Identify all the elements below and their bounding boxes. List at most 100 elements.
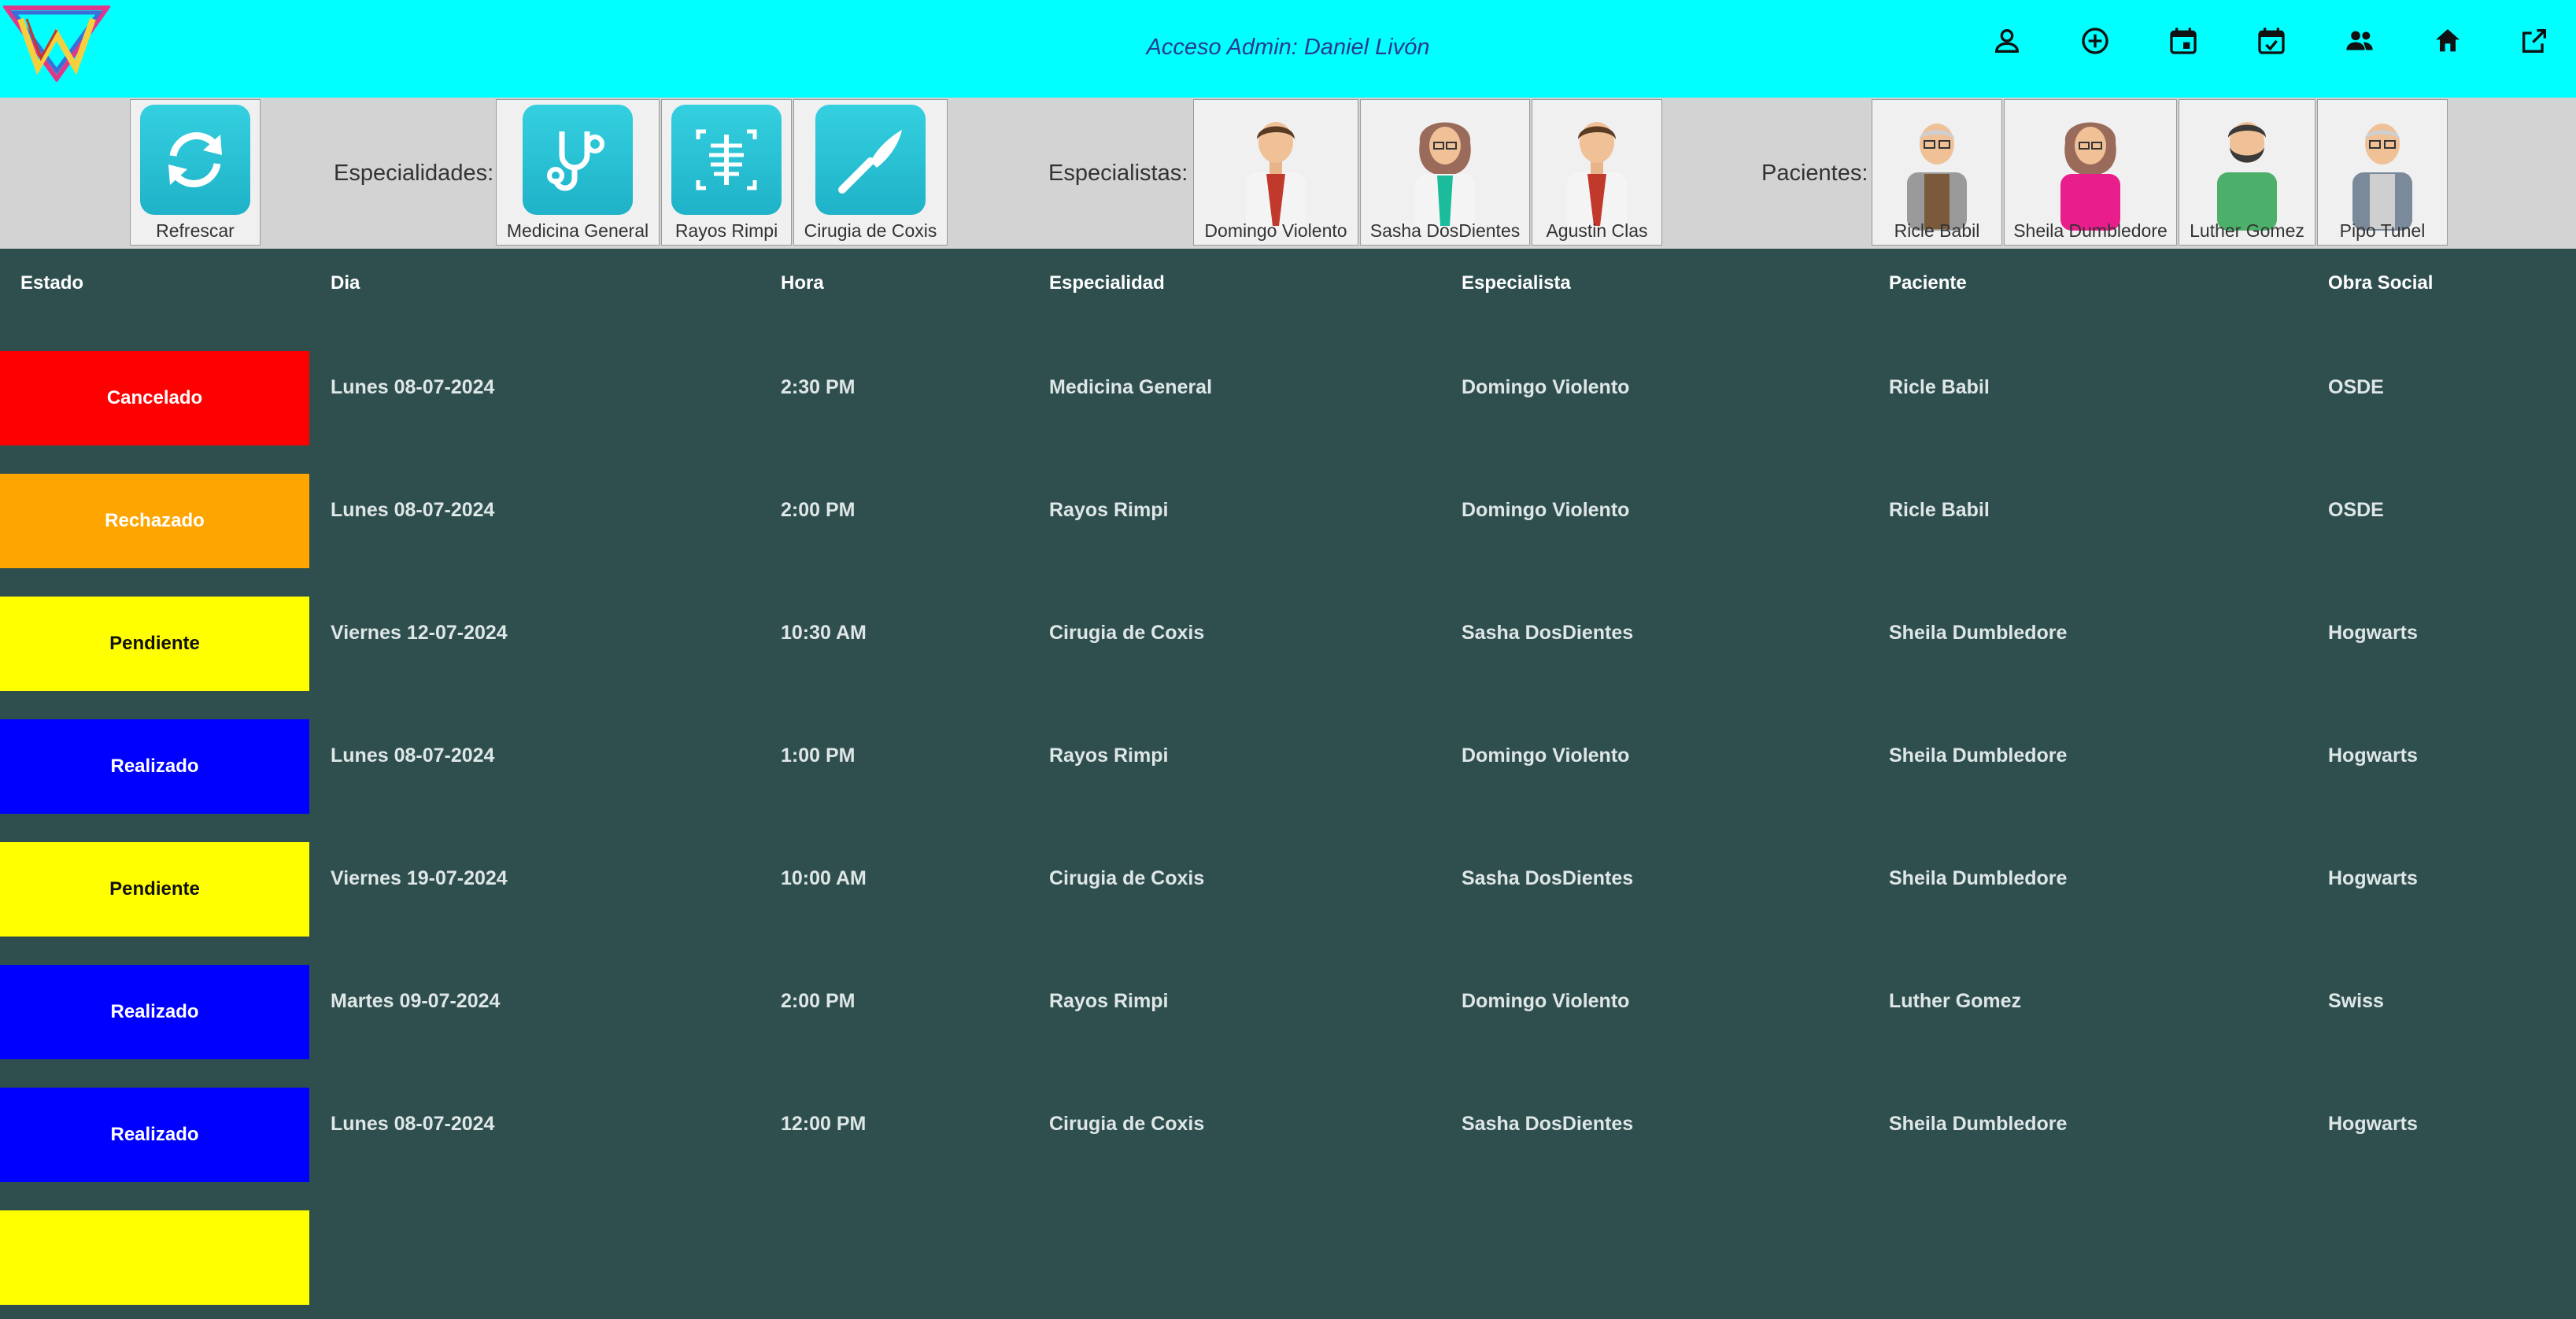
cell-obra-social: OSDE <box>2328 376 2384 398</box>
cell-hora: 2:30 PM <box>781 376 856 398</box>
paciente-label: Luther Gomez <box>2190 220 2304 241</box>
filter-bar: Refrescar Especialidades: Medicina Gener… <box>0 98 2576 249</box>
cell-hora: 1:00 PM <box>781 744 856 767</box>
filter-paciente-pipo-tunel[interactable]: Pipo Tunel <box>2317 99 2448 246</box>
elderly-man-avatar <box>2352 124 2412 231</box>
especialista-label: Agustin Clas <box>1546 220 1648 241</box>
cell-especialidad: Cirugia de Coxis <box>1049 1113 1205 1135</box>
calendar-icon[interactable] <box>2161 19 2205 63</box>
group-icon[interactable] <box>2338 19 2382 63</box>
column-header-hora: Hora <box>781 272 824 294</box>
filter-paciente-ricle-babil[interactable]: Ricle Babil <box>1872 99 2002 246</box>
status-badge[interactable] <box>0 1210 309 1305</box>
cell-dia: Lunes 08-07-2024 <box>331 1113 495 1135</box>
cell-dia: Martes 09-07-2024 <box>331 990 501 1012</box>
cell-especialidad: Cirugia de Coxis <box>1049 867 1205 889</box>
refresh-icon <box>140 105 250 215</box>
bearded-man-avatar <box>2217 122 2277 231</box>
cell-especialidad: Rayos Rimpi <box>1049 744 1169 767</box>
status-badge[interactable]: Realizado <box>0 719 309 814</box>
cell-paciente: Ricle Babil <box>1889 376 1990 398</box>
cell-especialidad: Medicina General <box>1049 376 1213 398</box>
cell-hora: 12:00 PM <box>781 1113 867 1135</box>
cell-dia: Lunes 08-07-2024 <box>331 744 495 767</box>
table-header: Estado Dia Hora Especialidad Especialist… <box>0 249 2576 324</box>
home-icon[interactable] <box>2426 19 2470 63</box>
cell-hora: 10:30 AM <box>781 622 867 644</box>
calendar-check-icon[interactable] <box>2249 19 2293 63</box>
filter-paciente-luther-gomez[interactable]: Luther Gomez <box>2179 99 2315 246</box>
male-doctor-avatar <box>1246 122 1306 231</box>
cell-especialidad: Rayos Rimpi <box>1049 990 1169 1012</box>
cell-paciente: Sheila Dumbledore <box>1889 1113 2068 1135</box>
status-badge[interactable]: Realizado <box>0 1088 309 1182</box>
especialidad-label: Cirugia de Coxis <box>804 220 937 241</box>
cell-paciente: Sheila Dumbledore <box>1889 744 2068 767</box>
table-row[interactable]: Pendiente Viernes 12-07-2024 10:30 AM Cirug… <box>0 582 2576 705</box>
cell-especialista: Domingo Violento <box>1462 499 1630 521</box>
refresh-button[interactable]: Refrescar <box>130 99 261 246</box>
filter-especialidad-cirugia-de-coxis[interactable]: Cirugia de Coxis <box>793 99 948 246</box>
filter-especialista-agustin-clas[interactable]: Agustin Clas <box>1532 99 1662 246</box>
cell-paciente: Sheila Dumbledore <box>1889 867 2068 889</box>
xray-icon <box>671 105 782 215</box>
cell-especialista: Sasha DosDientes <box>1462 867 1634 889</box>
table-row[interactable]: Realizado Lunes 08-07-2024 1:00 PM Rayos Ri… <box>0 705 2576 828</box>
table-row[interactable]: Pendiente Viernes 19-07-2024 10:00 AM Cirug… <box>0 828 2576 951</box>
column-header-especialista: Especialista <box>1462 272 1571 294</box>
paciente-label: Sheila Dumbledore <box>2013 220 2168 241</box>
pacientes-label: Pacientes: <box>1761 161 1868 186</box>
cell-dia: Viernes 19-07-2024 <box>331 867 508 889</box>
top-header: Acceso Admin: Daniel Livón <box>0 0 2576 98</box>
status-badge[interactable]: Cancelado <box>0 351 309 445</box>
especialidad-label: Rayos Rimpi <box>674 220 778 241</box>
paciente-label: Pipo Tunel <box>2339 220 2426 241</box>
column-header-especialidad: Especialidad <box>1049 272 1165 294</box>
especialidades-label: Especialidades: <box>334 161 494 186</box>
paciente-label: Ricle Babil <box>1894 220 1980 241</box>
external-link-icon[interactable] <box>2512 19 2556 63</box>
elderly-woman-avatar <box>2060 122 2120 231</box>
especialista-label: Sasha DosDientes <box>1369 220 1521 241</box>
status-badge[interactable]: Pendiente <box>0 842 309 937</box>
cell-obra-social: OSDE <box>2328 499 2384 521</box>
status-badge[interactable]: Rechazado <box>0 474 309 568</box>
male-doctor-avatar <box>1567 122 1627 231</box>
filter-especialista-sasha-dosdientes[interactable]: Sasha DosDientes <box>1360 99 1530 246</box>
cell-hora: 2:00 PM <box>781 499 856 521</box>
refresh-label: Refrescar <box>156 220 235 241</box>
cell-obra-social: Hogwarts <box>2328 744 2418 767</box>
add-circle-icon[interactable] <box>2073 19 2117 63</box>
cell-especialidad: Rayos Rimpi <box>1049 499 1169 521</box>
stethoscope-icon <box>523 105 633 215</box>
especialista-label: Domingo Violento <box>1204 220 1347 241</box>
column-header-obra-social: Obra Social <box>2328 272 2434 294</box>
table-row[interactable]: Realizado Lunes 08-07-2024 12:00 PM Cirugia… <box>0 1073 2576 1196</box>
cell-dia: Lunes 08-07-2024 <box>331 499 495 521</box>
cell-obra-social: Swiss <box>2328 990 2384 1012</box>
table-row[interactable]: Realizado Martes 09-07-2024 2:00 PM Rayos R… <box>0 951 2576 1073</box>
elderly-man-avatar <box>1907 124 1967 231</box>
cell-obra-social: Hogwarts <box>2328 622 2418 644</box>
cell-especialista: Domingo Violento <box>1462 990 1630 1012</box>
scalpel-icon <box>815 105 926 215</box>
table-row[interactable]: Cancelado Lunes 08-07-2024 2:30 PM Medicina… <box>0 337 2576 460</box>
table-row[interactable]: Rechazado Lunes 08-07-2024 2:00 PM Rayos Ri… <box>0 460 2576 582</box>
cell-dia: Lunes 08-07-2024 <box>331 376 495 398</box>
cell-hora: 10:00 AM <box>781 867 867 889</box>
table-row[interactable] <box>0 1196 2576 1319</box>
cell-especialista: Domingo Violento <box>1462 744 1630 767</box>
filter-especialidad-rayos-rimpi[interactable]: Rayos Rimpi <box>661 99 792 246</box>
filter-especialista-domingo-violento[interactable]: Domingo Violento <box>1193 99 1358 246</box>
column-header-dia: Dia <box>331 272 360 294</box>
female-doctor-avatar <box>1415 122 1475 231</box>
user-icon[interactable] <box>1985 19 2029 63</box>
column-header-estado: Estado <box>20 272 84 294</box>
cell-especialidad: Cirugia de Coxis <box>1049 622 1205 644</box>
cell-paciente: Luther Gomez <box>1889 990 2022 1012</box>
cell-paciente: Sheila Dumbledore <box>1889 622 2068 644</box>
filter-paciente-sheila-dumbledore[interactable]: Sheila Dumbledore <box>2004 99 2177 246</box>
filter-especialidad-medicina-general[interactable]: Medicina General <box>496 99 660 246</box>
status-badge[interactable]: Realizado <box>0 965 309 1059</box>
status-badge[interactable]: Pendiente <box>0 597 309 691</box>
